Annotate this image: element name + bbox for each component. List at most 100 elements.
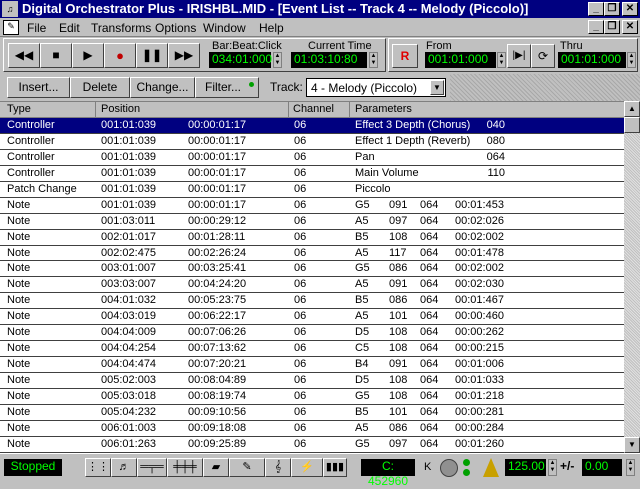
restore-button[interactable]: ❐: [604, 2, 620, 16]
table-row[interactable]: Note 003:03:007 00:04:24:20 06 A5 091 064 00:02…: [0, 277, 624, 294]
offset-spinner[interactable]: ▲ ▼: [626, 459, 635, 476]
close-button[interactable]: ✕: [622, 2, 638, 16]
table-row[interactable]: Controller 001:01:039 00:00:01:17 06 Main Vo…: [0, 166, 624, 182]
scroll-down-button[interactable]: ▼: [624, 437, 640, 453]
header-type[interactable]: Type: [7, 103, 31, 115]
table-row[interactable]: Note 002:01:017 00:01:28:11 06 B5 108 064 00:02…: [0, 230, 624, 246]
wave-view-icon[interactable]: ▮▮▮: [323, 458, 347, 477]
tempo-display[interactable]: 125.00: [505, 459, 546, 476]
loop-button[interactable]: ⟳: [531, 44, 555, 68]
notepad-view-icon[interactable]: ✎: [229, 458, 265, 477]
cell-position: 001:01:039: [101, 150, 157, 163]
midi-out-led: [463, 469, 470, 476]
table-row[interactable]: Controller 001:01:039 00:00:01:17 06 Pan 064: [0, 150, 624, 166]
document-icon[interactable]: ✎: [3, 20, 19, 35]
metronome-icon[interactable]: [483, 458, 499, 477]
bar-beat-click-display[interactable]: 034:01:000: [209, 52, 272, 68]
play-button[interactable]: ▶: [72, 43, 104, 68]
table-row[interactable]: Controller 001:01:039 00:00:01:17 06 Effect …: [0, 118, 624, 134]
table-row[interactable]: Note 001:03:011 00:00:29:12 06 A5 097 064 00:02…: [0, 214, 624, 230]
mixer-view-icon[interactable]: ╪╪╪: [167, 458, 203, 477]
thru-display[interactable]: 001:01:000: [558, 52, 626, 68]
note-pitch: D5: [355, 326, 370, 339]
from-display[interactable]: 001:01:000: [425, 52, 496, 68]
cell-position: 005:04:232: [101, 405, 157, 418]
offset-display[interactable]: 0.00: [582, 459, 622, 476]
thru-spinner[interactable]: ▲ ▼: [627, 52, 636, 68]
minimize-button[interactable]: _: [588, 2, 604, 16]
scroll-up-button[interactable]: ▲: [624, 101, 640, 117]
rewind-button[interactable]: ◀◀: [8, 43, 40, 68]
doc-close-button[interactable]: ✕: [622, 20, 638, 34]
menu-edit[interactable]: Edit: [59, 21, 80, 35]
insert-button[interactable]: Insert...: [7, 77, 70, 98]
from-spinner[interactable]: ▲ ▼: [497, 52, 506, 68]
midi-port-icon[interactable]: [440, 459, 458, 477]
table-row[interactable]: Note 004:01:032 00:05:23:75 06 B5 086 064 00:01…: [0, 293, 624, 310]
table-row[interactable]: Note 006:01:003 00:09:18:08 06 A5 086 064 00:00…: [0, 421, 624, 437]
cell-position: 005:02:003: [101, 374, 157, 386]
play-range-button[interactable]: |▶|: [507, 44, 531, 68]
table-row[interactable]: Note 001:01:039 00:00:01:17 06 G5 091 064 00:01…: [0, 198, 624, 214]
table-row[interactable]: Note 005:03:018 00:08:19:74 06 G5 108 064 00:01…: [0, 389, 624, 405]
cell-time: 00:01:28:11: [188, 230, 246, 243]
score-view-icon[interactable]: 𝄞: [265, 458, 291, 477]
table-row[interactable]: Patch Change 001:01:039 00:00:01:17 06 Picco…: [0, 182, 624, 198]
change-button[interactable]: Change...: [130, 77, 195, 98]
note-release: 064: [420, 246, 439, 259]
current-time-display[interactable]: 01:03:10:80: [291, 52, 367, 68]
table-row[interactable]: Note 005:04:232 00:09:10:56 06 B5 101 064 00:00…: [0, 405, 624, 421]
patch-name: Piccolo: [355, 182, 391, 195]
cell-channel: 06: [294, 134, 307, 147]
table-row[interactable]: Note 005:02:003 00:08:04:89 06 D5 108 064 00:01…: [0, 373, 624, 389]
table-row[interactable]: Controller 001:01:039 00:00:01:17 06 Effect …: [0, 134, 624, 150]
menu-options[interactable]: Options: [155, 21, 196, 35]
menu-help[interactable]: Help: [259, 21, 284, 35]
track-select[interactable]: 4 - Melody (Piccolo) ▼: [306, 78, 446, 97]
dropdown-arrow-icon[interactable]: ▼: [430, 80, 444, 95]
table-row[interactable]: Note 002:02:475 00:02:26:24 06 A5 117 064 00:01…: [0, 246, 624, 262]
note-release: 064: [420, 310, 439, 323]
cell-time: 00:09:10:56: [188, 405, 247, 418]
menu-transforms[interactable]: Transforms: [91, 21, 151, 35]
stop-button[interactable]: ■: [40, 43, 72, 68]
song-view-icon[interactable]: ▰: [203, 458, 229, 477]
table-row[interactable]: Note 004:04:254 00:07:13:62 06 C5 108 064 00:00…: [0, 341, 624, 358]
cell-time: 00:05:23:75: [188, 294, 247, 307]
tempo-spinner[interactable]: ▲ ▼: [548, 459, 557, 476]
delete-button[interactable]: Delete: [70, 77, 130, 98]
cell-time: 00:09:18:08: [188, 421, 247, 434]
cell-position: 001:01:039: [101, 198, 157, 211]
record-range-button[interactable]: R: [392, 44, 418, 68]
cell-type: Note: [7, 230, 31, 243]
table-row[interactable]: Note 004:04:009 00:07:06:26 06 D5 108 064 00:00…: [0, 325, 624, 342]
pause-button[interactable]: ❚❚: [136, 43, 168, 68]
menu-file[interactable]: File: [27, 21, 46, 35]
doc-minimize-button[interactable]: _: [588, 20, 604, 34]
filter-button[interactable]: Filter...: [195, 77, 259, 98]
header-parameters[interactable]: Parameters: [355, 103, 412, 115]
header-channel[interactable]: Channel: [293, 103, 334, 115]
table-row[interactable]: Note 003:01:007 00:03:25:41 06 G5 086 064 00:02…: [0, 261, 624, 278]
event-list-view-icon[interactable]: ⋮⋮: [85, 458, 111, 477]
staff-view-icon[interactable]: ♬: [111, 458, 137, 477]
cell-type: Controller: [7, 134, 55, 147]
table-row[interactable]: Note 006:01:263 00:09:25:89 06 G5 097 064 00:01…: [0, 437, 624, 453]
note-release: 064: [420, 278, 439, 291]
bar-beat-click-spinner[interactable]: ▲ ▼: [273, 52, 282, 68]
keyboard-view-icon[interactable]: ⚡: [291, 458, 323, 477]
menu-window[interactable]: Window: [203, 21, 246, 35]
app-icon[interactable]: ♫: [2, 1, 18, 17]
doc-restore-button[interactable]: ❐: [604, 20, 620, 34]
cell-position: 001:01:039: [101, 166, 157, 179]
table-row[interactable]: Note 004:03:019 00:06:22:17 06 A5 101 064 00:00…: [0, 309, 624, 326]
vertical-scrollbar[interactable]: ▲ ▼: [624, 101, 640, 453]
fast-forward-button[interactable]: ▶▶: [168, 43, 200, 68]
scroll-thumb[interactable]: [624, 117, 640, 133]
table-row[interactable]: Note 004:04:474 00:07:20:21 06 B4 091 064 00:01…: [0, 357, 624, 373]
header-position[interactable]: Position: [101, 103, 140, 115]
note-pitch: A5: [355, 421, 369, 434]
current-time-spinner[interactable]: ▲ ▼: [369, 52, 378, 68]
piano-roll-view-icon[interactable]: ═╤═: [137, 458, 167, 477]
record-button[interactable]: ●: [104, 43, 136, 68]
